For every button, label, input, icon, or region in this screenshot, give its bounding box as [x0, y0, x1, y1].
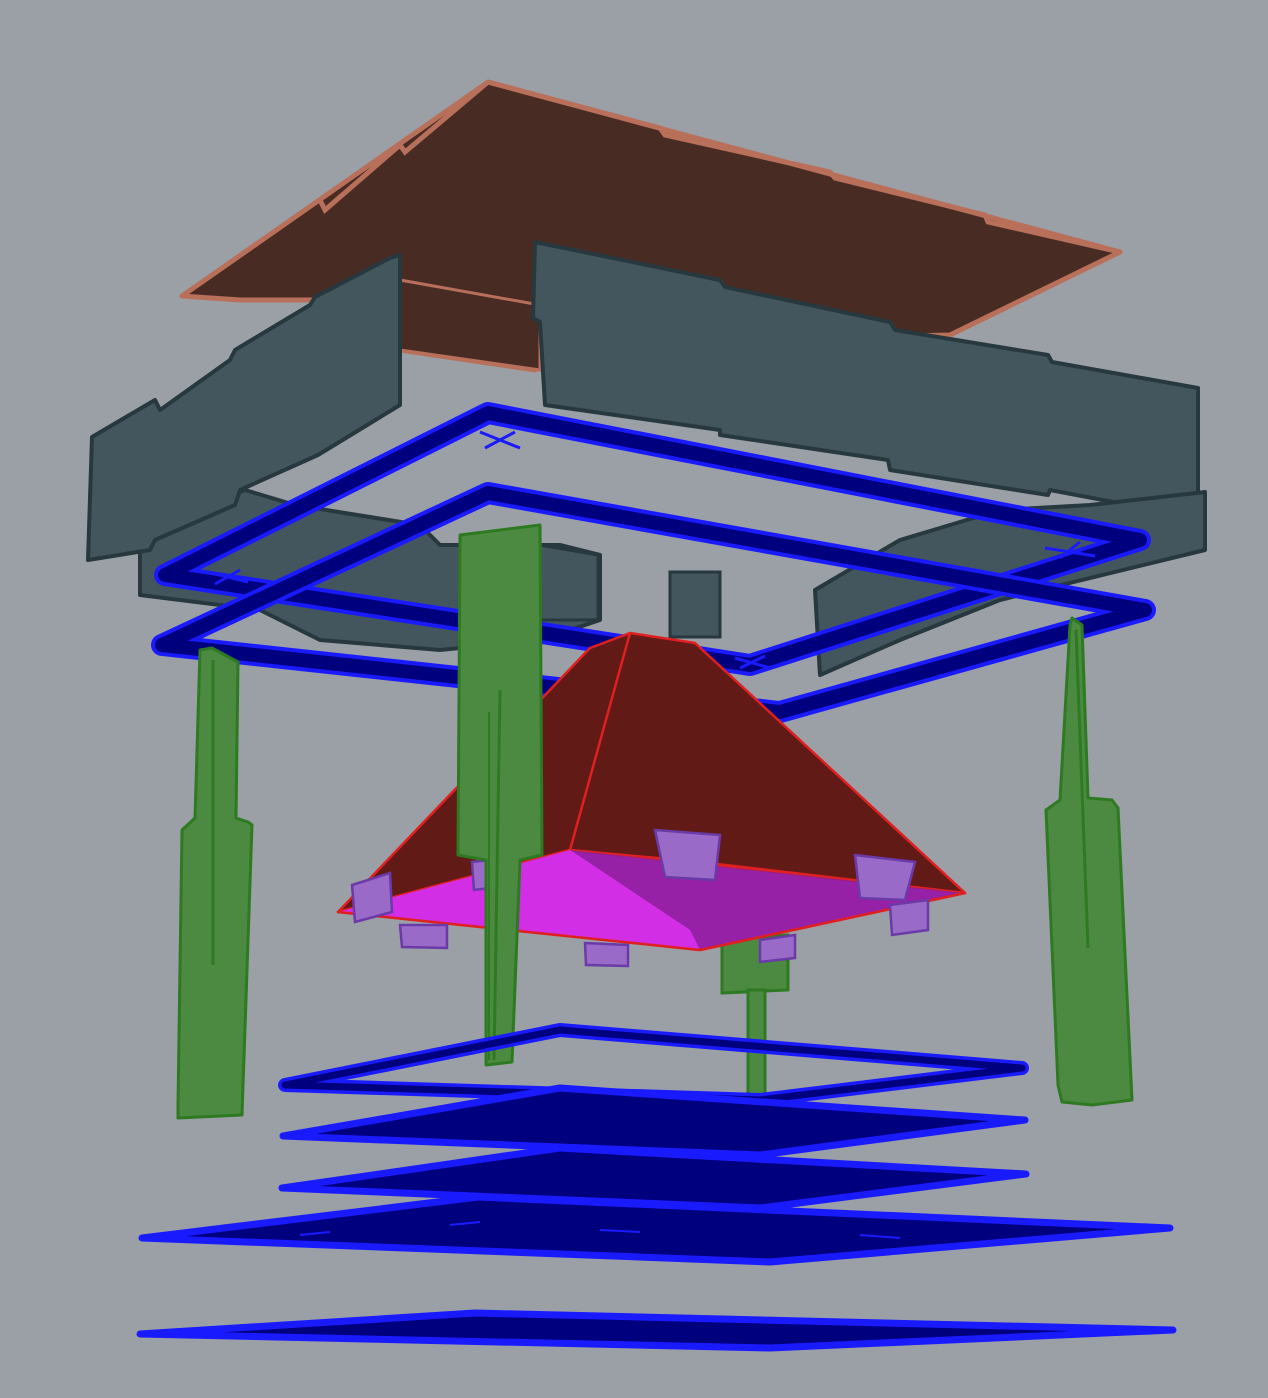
hood-tab — [888, 898, 930, 937]
hood-tab — [583, 941, 630, 968]
exploded-assembly-view — [0, 0, 1268, 1398]
cad-viewport[interactable] — [0, 0, 1268, 1398]
hood-tab — [758, 933, 797, 964]
center-post[interactable] — [668, 570, 722, 639]
hood-tab — [653, 828, 722, 882]
hood-tab — [853, 853, 917, 902]
hood-tab — [398, 923, 449, 950]
